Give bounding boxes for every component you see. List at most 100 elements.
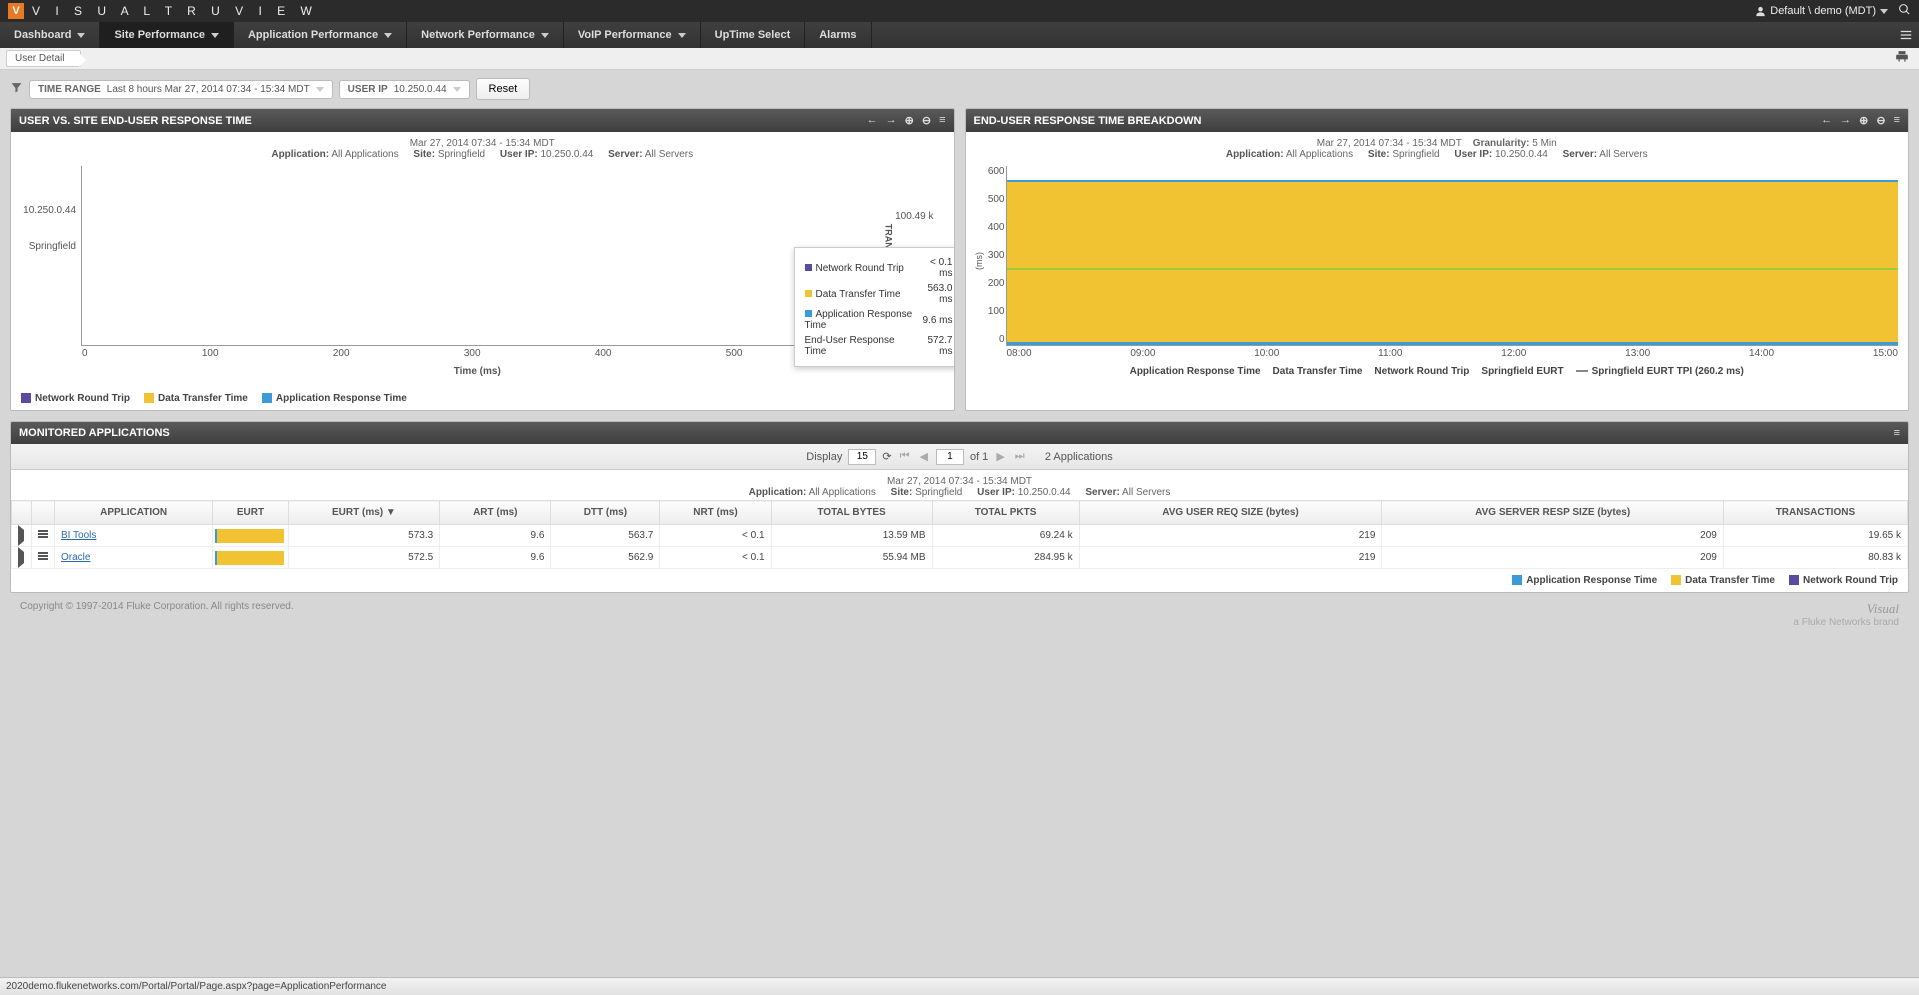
- brand: V V I S U A L T R U V I E W: [8, 3, 318, 19]
- nav-item-voip-performance[interactable]: VoIP Performance: [564, 22, 701, 48]
- breadcrumb-bar: User Detail: [0, 48, 1919, 70]
- col-header[interactable]: AVG USER REQ SIZE (bytes): [1079, 501, 1382, 525]
- panel1-xlabel: Time (ms): [81, 366, 874, 377]
- refresh-icon[interactable]: ⟳: [882, 450, 891, 463]
- pager-prev-icon[interactable]: ◀: [917, 450, 929, 463]
- titlebar: V V I S U A L T R U V I E W Default \ de…: [0, 0, 1919, 22]
- caret-down-icon: [453, 87, 461, 92]
- nav-item-application-performance[interactable]: Application Performance: [234, 22, 407, 48]
- zoom-out-icon[interactable]: ⊖: [922, 114, 931, 127]
- panel2-chart: 6005004003002001000 08:0009:0010:0011:00…: [1006, 166, 1899, 346]
- app-link[interactable]: BI Tools: [61, 530, 96, 541]
- nav-item-uptime-select[interactable]: UpTime Select: [701, 22, 806, 48]
- zoom-in-icon[interactable]: ⊕: [1859, 114, 1868, 127]
- reset-button[interactable]: Reset: [476, 78, 531, 100]
- panel-monitored-apps: MONITORED APPLICATIONS ≡ Display ⟳ ⏮ ◀ o…: [10, 421, 1909, 593]
- print-icon[interactable]: [1895, 50, 1909, 67]
- breadcrumb[interactable]: User Detail: [6, 50, 81, 67]
- col-header[interactable]: TOTAL PKTS: [932, 501, 1079, 525]
- bar-category-label: 10.250.0.44: [23, 205, 82, 216]
- panel2-title: END-USER RESPONSE TIME BREAKDOWN: [974, 115, 1202, 127]
- col-header[interactable]: TOTAL BYTES: [771, 501, 932, 525]
- pager-next-icon[interactable]: ▶: [994, 450, 1006, 463]
- nav-right-icon[interactable]: →: [1840, 114, 1851, 127]
- panel3-timestamp: Mar 27, 2014 07:34 - 15:34 MDT: [15, 476, 1904, 487]
- panel-menu-icon[interactable]: ≡: [1894, 114, 1900, 127]
- caret-down-icon: [1880, 9, 1888, 14]
- panel-user-vs-site: USER VS. SITE END-USER RESPONSE TIME ← →…: [10, 108, 955, 411]
- col-header[interactable]: DTT (ms): [551, 501, 660, 525]
- app-link[interactable]: Oracle: [61, 552, 90, 563]
- col-header[interactable]: TRANSACTIONS: [1723, 501, 1907, 525]
- nav-item-network-performance[interactable]: Network Performance: [407, 22, 564, 48]
- timerange-filter[interactable]: TIME RANGE Last 8 hours Mar 27, 2014 07:…: [29, 80, 333, 99]
- expand-icon[interactable]: [18, 547, 24, 568]
- panel2-timestamp: Mar 27, 2014 07:34 - 15:34 MDT: [1317, 138, 1462, 149]
- panel1-timestamp: Mar 27, 2014 07:34 - 15:34 MDT: [15, 138, 950, 149]
- nav-right-icon[interactable]: →: [886, 114, 897, 127]
- panel1-subheader: Mar 27, 2014 07:34 - 15:34 MDT Applicati…: [11, 132, 954, 162]
- col-header[interactable]: NRT (ms): [660, 501, 771, 525]
- breadcrumb-label: User Detail: [15, 53, 64, 64]
- user-menu[interactable]: Default \ demo (MDT): [1755, 5, 1888, 17]
- statusbar: 2020demo.flukenetworks.com/Portal/Portal…: [0, 977, 1919, 995]
- filter-icon[interactable]: [10, 81, 23, 97]
- pager-of: of 1: [970, 451, 988, 463]
- nav-item-site-performance[interactable]: Site Performance: [100, 22, 233, 48]
- statusbar-text: 2020demo.flukenetworks.com/Portal/Portal…: [6, 981, 387, 992]
- search-icon[interactable]: [1898, 3, 1911, 19]
- pager-display-label: Display: [806, 451, 842, 463]
- panel-eurt-breakdown: END-USER RESPONSE TIME BREAKDOWN ← → ⊕ ⊖…: [965, 108, 1910, 411]
- user-label: Default \ demo (MDT): [1770, 5, 1876, 17]
- copyright: Copyright © 1997-2014 Fluke Corporation.…: [20, 601, 294, 628]
- col-header[interactable]: APPLICATION: [55, 501, 213, 525]
- brand-logo-icon: V: [8, 3, 24, 19]
- expand-icon[interactable]: [18, 525, 24, 546]
- userip-value: 10.250.0.44: [394, 84, 447, 95]
- timerange-label: TIME RANGE: [38, 84, 101, 95]
- zoom-in-icon[interactable]: ⊕: [905, 114, 914, 127]
- panel1-chart: TRANS... 100.49 k 0100200300400500600 10…: [11, 162, 954, 387]
- col-header[interactable]: ART (ms): [440, 501, 551, 525]
- userip-label: USER IP: [348, 84, 388, 95]
- user-icon: [1755, 6, 1766, 17]
- panel2-subheader: Mar 27, 2014 07:34 - 15:34 MDT Granulari…: [966, 132, 1909, 162]
- table-row: BI Tools573.39.6563.7< 0.113.59 MB69.24 …: [12, 525, 1908, 547]
- nav-item-dashboard[interactable]: Dashboard: [0, 22, 100, 48]
- col-header[interactable]: EURT: [213, 501, 288, 525]
- main-nav: DashboardSite PerformanceApplication Per…: [0, 22, 1919, 48]
- footer: Copyright © 1997-2014 Fluke Corporation.…: [10, 593, 1909, 636]
- col-header[interactable]: AVG SERVER RESP SIZE (bytes): [1382, 501, 1723, 525]
- panel1-title: USER VS. SITE END-USER RESPONSE TIME: [19, 115, 252, 127]
- table-row: Oracle572.59.6562.9< 0.155.94 MB284.95 k…: [12, 547, 1908, 569]
- row-menu-icon[interactable]: [38, 529, 48, 539]
- userip-filter[interactable]: USER IP 10.250.0.44: [339, 80, 470, 99]
- nav-left-icon[interactable]: ←: [1821, 114, 1832, 127]
- brand-title: V I S U A L T R U V I E W: [32, 4, 318, 18]
- panel-menu-icon[interactable]: ≡: [1894, 427, 1900, 439]
- panel3-subheader: Mar 27, 2014 07:34 - 15:34 MDT Applicati…: [11, 470, 1908, 500]
- nav-left-icon[interactable]: ←: [867, 114, 878, 127]
- footer-brand: Visual: [1867, 601, 1899, 616]
- panel3-legend: Application Response Time Data Transfer …: [11, 569, 1908, 592]
- nav-item-alarms[interactable]: Alarms: [805, 22, 871, 48]
- apps-table: APPLICATIONEURTEURT (ms) ▼ART (ms)DTT (m…: [11, 500, 1908, 569]
- zoom-out-icon[interactable]: ⊖: [1876, 114, 1885, 127]
- bar-category-label: Springfield: [29, 241, 82, 252]
- pager-total: 2 Applications: [1045, 451, 1113, 463]
- caret-down-icon: [316, 87, 324, 92]
- panel-menu-icon[interactable]: ≡: [939, 114, 945, 127]
- pager-first-icon[interactable]: ⏮: [898, 450, 912, 463]
- filter-bar: TIME RANGE Last 8 hours Mar 27, 2014 07:…: [0, 70, 1919, 108]
- pager-last-icon[interactable]: ⏭: [1013, 450, 1027, 463]
- chart-tooltip: Network Round Trip< 0.1 msData Transfer …: [794, 247, 955, 367]
- col-header[interactable]: EURT (ms) ▼: [288, 501, 440, 525]
- secondary-axis-value: 100.49 k: [895, 211, 933, 222]
- pager: Display ⟳ ⏮ ◀ of 1 ▶ ⏭ 2 Applications: [11, 444, 1908, 470]
- pager-display-input[interactable]: [848, 449, 876, 465]
- panel3-title: MONITORED APPLICATIONS: [19, 427, 170, 439]
- pager-page-input[interactable]: [936, 449, 964, 465]
- row-menu-icon[interactable]: [38, 551, 48, 561]
- nav-menu-icon[interactable]: [1893, 22, 1919, 48]
- timerange-value: Last 8 hours Mar 27, 2014 07:34 - 15:34 …: [107, 84, 310, 95]
